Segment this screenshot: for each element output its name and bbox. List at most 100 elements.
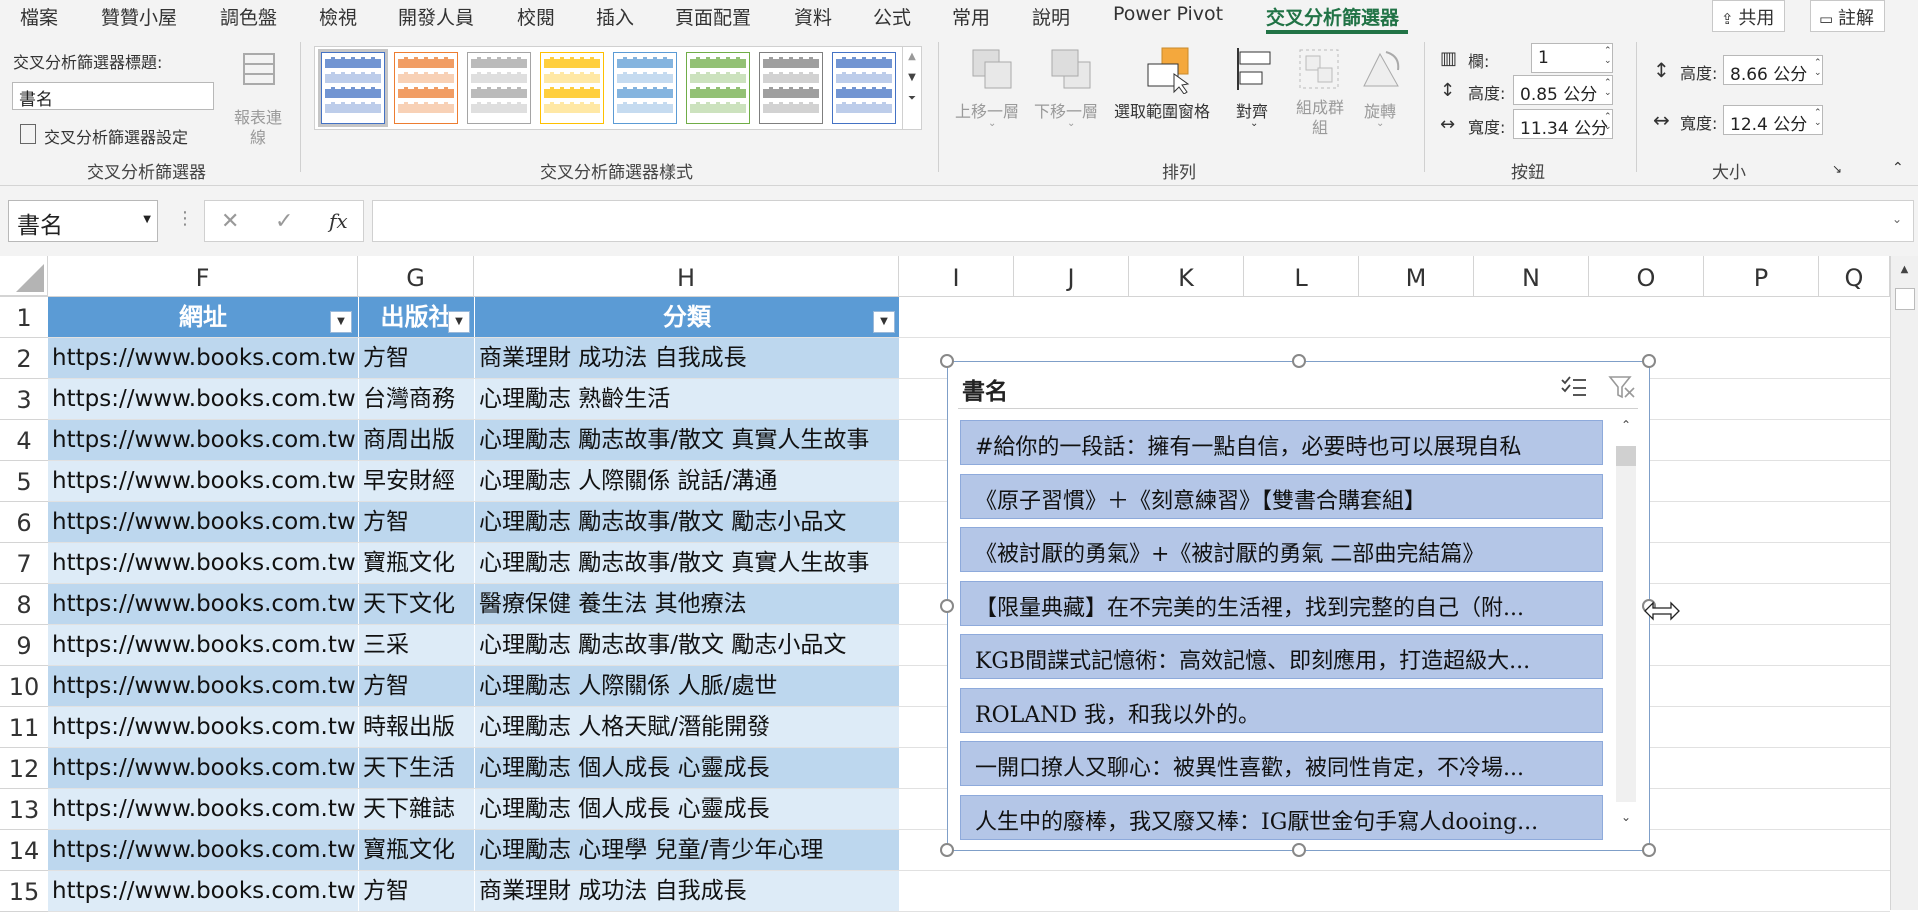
tab-power-pivot[interactable]: Power Pivot [1113, 3, 1223, 25]
url-cell[interactable]: https://www.books.com.tw [48, 543, 358, 583]
column-header-k[interactable]: K [1129, 256, 1244, 296]
row-header[interactable]: 7 [0, 543, 48, 584]
publisher-cell[interactable]: 時報出版 [359, 707, 474, 747]
row-header[interactable]: 2 [0, 338, 48, 379]
row-header[interactable]: 14 [0, 830, 48, 871]
category-cell[interactable]: 心理勵志 勵志故事/散文 真實人生故事 [475, 543, 899, 583]
publisher-cell[interactable]: 方智 [359, 338, 474, 378]
publisher-cell[interactable]: 方智 [359, 666, 474, 706]
vertical-scrollbar[interactable]: ▲ [1890, 256, 1918, 910]
url-cell[interactable]: https://www.books.com.tw [48, 502, 358, 542]
url-cell[interactable]: https://www.books.com.tw [48, 420, 358, 460]
name-box[interactable]: 書名 ▼ [8, 200, 158, 242]
tab-data[interactable]: 資料 [794, 3, 832, 30]
slicer-item[interactable]: KGB間諜式記憶術：高效記憶、即刻應用，打造超級大... [960, 634, 1603, 679]
slicer-item[interactable]: 【限量典藏】在不完美的生活裡，找到完整的自己（附... [960, 580, 1603, 626]
clear-filter-icon[interactable] [1608, 374, 1636, 400]
name-box-dropdown-icon[interactable]: ▼ [143, 214, 151, 225]
rotate-button[interactable]: 旋轉 ⌄ [1354, 46, 1408, 146]
tab-review[interactable]: 校閱 [517, 3, 555, 30]
row-header[interactable]: 5 [0, 461, 48, 502]
url-cell[interactable]: https://www.books.com.tw [48, 830, 358, 870]
publisher-cell[interactable]: 三采 [359, 625, 474, 665]
select-all-corner[interactable] [0, 256, 48, 296]
column-header-o[interactable]: O [1589, 256, 1704, 296]
slicer-style-swatch[interactable] [832, 52, 896, 124]
comments-button[interactable]: ▭ 註解 [1810, 0, 1885, 32]
enter-icon[interactable]: ✓ [275, 209, 293, 234]
row-header[interactable]: 13 [0, 789, 48, 830]
publisher-cell[interactable]: 寶瓶文化 [359, 830, 474, 870]
slicer-style-swatch[interactable] [686, 52, 750, 124]
url-cell[interactable]: https://www.books.com.tw [48, 379, 358, 419]
report-connections-button[interactable]: 報表連線 [232, 46, 284, 147]
slicer-item[interactable]: #給你的一段話：擁有一點自信，必要時也可以展現自私 [960, 420, 1603, 465]
scroll-up-icon[interactable]: ▲ [1891, 264, 1918, 275]
category-cell[interactable]: 心理勵志 勵志故事/散文 勵志小品文 [475, 502, 899, 542]
gallery-down-icon[interactable]: ▼ [903, 72, 921, 83]
slicer-caption-input[interactable]: 書名 [12, 82, 214, 110]
column-header-q[interactable]: Q [1819, 256, 1890, 296]
column-header-g[interactable]: G [358, 256, 474, 296]
column-header-l[interactable]: L [1244, 256, 1359, 296]
resize-handle[interactable] [940, 843, 954, 857]
resize-handle[interactable] [940, 599, 954, 613]
category-cell[interactable]: 心理勵志 個人成長 心靈成長 [475, 748, 899, 788]
url-cell[interactable]: https://www.books.com.tw [48, 666, 358, 706]
slicer-scroll-thumb[interactable] [1616, 446, 1636, 466]
row-header[interactable]: 6 [0, 502, 48, 543]
slicer-style-swatch[interactable] [540, 52, 604, 124]
slicer[interactable]: 書名 #給你的一段話：擁有一點自信，必要時也可以展現自私 《原子習慣》＋《刻意練習… [940, 354, 1656, 857]
button-height-input[interactable]: 0.85 公分 [1513, 75, 1613, 105]
column-header-h[interactable]: H [474, 256, 899, 296]
button-height-spinner-icon[interactable]: ⌃ ⌄ [1604, 78, 1612, 98]
column-header-f[interactable]: F [48, 256, 358, 296]
columns-input[interactable]: 1 [1531, 43, 1613, 73]
tab-developer[interactable]: 開發人員 [398, 3, 474, 30]
row-header[interactable]: 1 [0, 297, 48, 338]
publisher-cell[interactable]: 天下雜誌 [359, 789, 474, 829]
category-cell[interactable]: 商業理財 成功法 自我成長 [475, 871, 899, 911]
column-header-m[interactable]: M [1359, 256, 1474, 296]
slicer-scroll-down-icon[interactable]: ⌄ [1612, 810, 1640, 824]
slicer-scroll-track[interactable] [1616, 446, 1636, 802]
column-header-p[interactable]: P [1704, 256, 1819, 296]
multi-select-icon[interactable] [1560, 374, 1588, 400]
tab-palette[interactable]: 調色盤 [220, 3, 277, 30]
category-cell[interactable]: 心理勵志 人際關係 人脈/處世 [475, 666, 899, 706]
cancel-icon[interactable]: ✕ [221, 209, 239, 234]
url-cell[interactable]: https://www.books.com.tw [48, 871, 358, 911]
url-cell[interactable]: https://www.books.com.tw [48, 461, 358, 501]
tab-formulas[interactable]: 公式 [873, 3, 911, 30]
row-header[interactable]: 10 [0, 666, 48, 707]
align-button[interactable]: 對齊 ⌄ [1230, 46, 1280, 146]
resize-handle[interactable] [1292, 354, 1306, 368]
publisher-cell[interactable]: 方智 [359, 871, 474, 911]
row-header[interactable]: 8 [0, 584, 48, 625]
url-cell[interactable]: https://www.books.com.tw [48, 789, 358, 829]
tab-home[interactable]: 常用 [952, 3, 990, 30]
category-cell[interactable]: 醫療保健 養生法 其他療法 [475, 584, 899, 624]
slicer-style-swatch[interactable] [318, 49, 388, 127]
column-header-j[interactable]: J [1014, 256, 1129, 296]
slicer-scrollbar[interactable]: ⌃ ⌄ [1612, 418, 1640, 838]
column-header-i[interactable]: I [899, 256, 1014, 296]
publisher-cell[interactable]: 商周出版 [359, 420, 474, 460]
gallery-up-icon[interactable]: ▲ [903, 51, 921, 62]
slicer-item[interactable]: ROLAND 我，和我以外的。 [960, 687, 1603, 733]
formula-input[interactable] [372, 200, 1914, 242]
row-header[interactable]: 3 [0, 379, 48, 420]
tab-help[interactable]: 說明 [1032, 3, 1070, 30]
slicer-style-swatch[interactable] [467, 52, 531, 124]
collapse-ribbon-icon[interactable]: ⌃ [1892, 160, 1904, 176]
filter-dropdown-icon[interactable]: ▼ [873, 311, 895, 333]
resize-handle[interactable] [1292, 843, 1306, 857]
category-cell[interactable]: 心理勵志 人格天賦/潛能開發 [475, 707, 899, 747]
width-spinner-icon[interactable]: ⌃ ⌄ [1814, 108, 1822, 128]
resize-handle[interactable] [940, 354, 954, 368]
url-cell[interactable]: https://www.books.com.tw [48, 748, 358, 788]
tab-file[interactable]: 檔案 [20, 3, 58, 30]
category-cell[interactable]: 心理勵志 勵志故事/散文 真實人生故事 [475, 420, 899, 460]
send-backward-button[interactable]: 下移一層 ⌄ [1034, 46, 1109, 146]
tab-zanzan[interactable]: 贊贊小屋 [101, 3, 177, 30]
